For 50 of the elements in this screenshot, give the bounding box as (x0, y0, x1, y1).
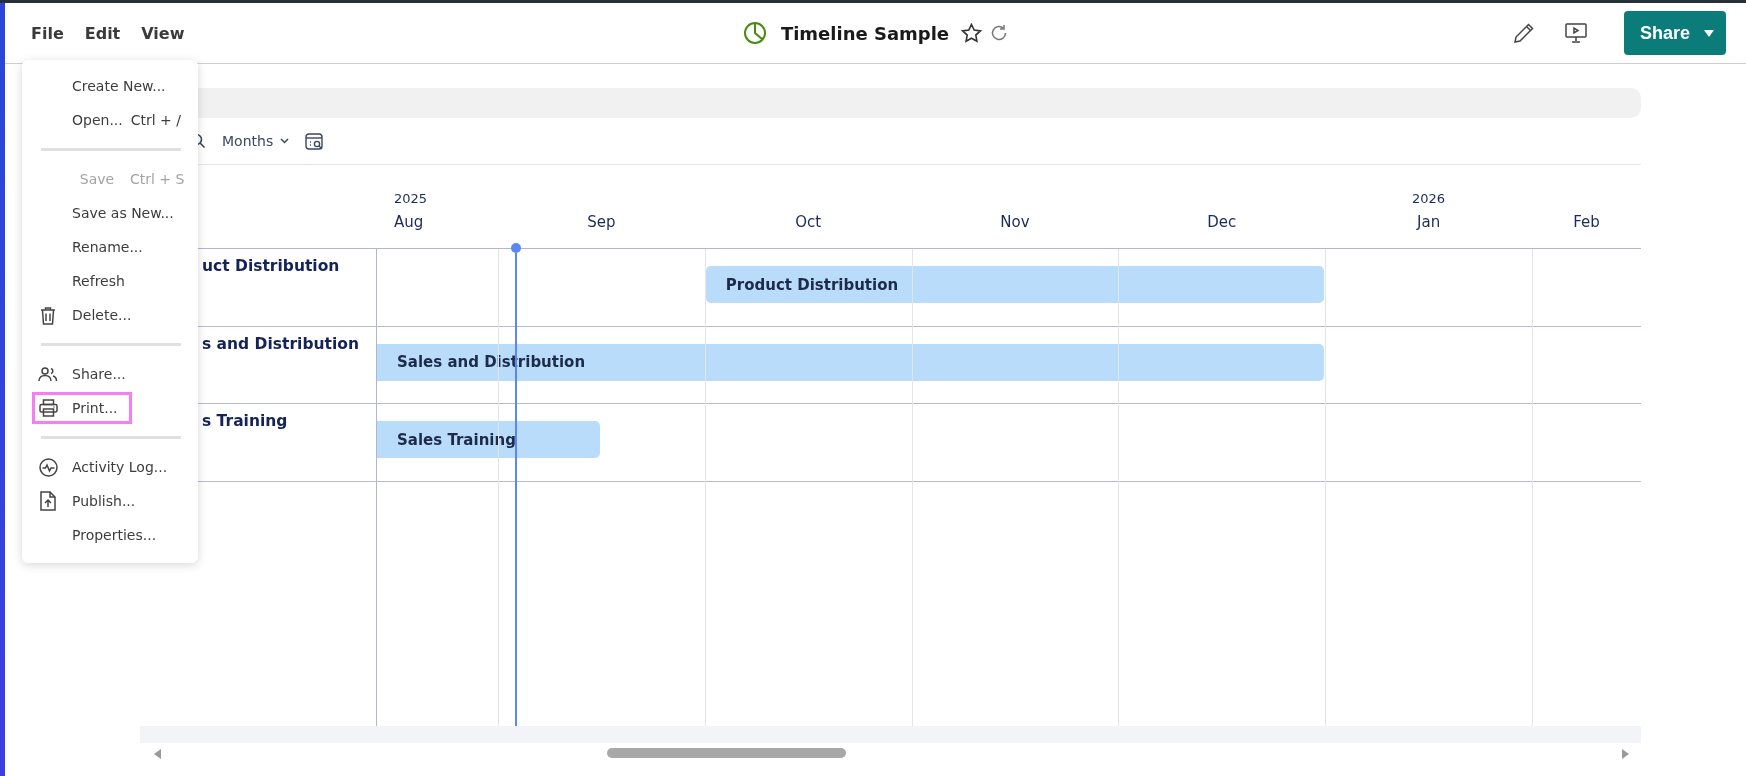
presentation-icon[interactable] (1564, 22, 1587, 44)
people-icon (38, 366, 58, 382)
trash-icon (39, 305, 57, 325)
shortcut-text: Ctrl + S (130, 171, 185, 187)
year-label: 2026 (1412, 191, 1446, 206)
menu-item[interactable]: Share... (32, 358, 140, 390)
caret-icon (1704, 29, 1714, 37)
menu-item[interactable]: View (141, 23, 185, 43)
menu-item[interactable]: Delete... (32, 299, 146, 331)
task-bar[interactable]: Sales and Distribution (377, 343, 1325, 381)
shortcut-text: Ctrl + / (130, 112, 181, 128)
month-label: Aug (394, 213, 424, 231)
menu-item[interactable]: Publish... (32, 485, 150, 517)
menu-item[interactable]: Activity Log... (32, 451, 182, 483)
menu-item[interactable]: Create New... (32, 70, 180, 102)
year-label: 2025 (394, 191, 428, 206)
month-label: Dec (1207, 213, 1237, 231)
chevron-down-icon (280, 138, 290, 144)
menu-item[interactable]: Save as New... (32, 197, 188, 229)
star-icon[interactable] (961, 23, 983, 43)
scrollbar-thumb[interactable] (607, 748, 846, 758)
calendar-search-icon[interactable] (305, 131, 325, 151)
pie-chart-icon (742, 21, 767, 45)
activity-icon (38, 457, 58, 477)
scroll-right-icon[interactable] (1622, 749, 1629, 759)
menu-item[interactable]: Properties... (32, 519, 171, 551)
month-label: Jan (1417, 213, 1441, 231)
share-button[interactable]: Share (1623, 11, 1726, 55)
task-label: s and Distribution (202, 334, 359, 353)
menu-item[interactable]: Refresh (32, 265, 139, 297)
pencil-icon[interactable] (1512, 22, 1535, 44)
document-title: Timeline Sample (780, 22, 950, 44)
month-label: Nov (1000, 213, 1030, 231)
menu-item[interactable]: Print... (32, 392, 132, 424)
file-upload-icon (40, 491, 56, 511)
menu-item[interactable]: Edit (84, 23, 121, 43)
task-bar[interactable]: Sales Training (377, 421, 601, 458)
month-label: Feb (1573, 213, 1600, 231)
menu-item[interactable]: Rename... (32, 231, 157, 263)
zoom-unit-dropdown[interactable]: Months (222, 133, 290, 149)
menu-item[interactable]: Open... Ctrl + / (32, 104, 195, 136)
menu-item[interactable]: File (31, 23, 64, 43)
printer-icon (38, 399, 58, 417)
task-label: s Training (202, 412, 288, 430)
scroll-left-icon[interactable] (154, 749, 161, 759)
task-bar[interactable]: Product Distribution (705, 266, 1325, 303)
refresh-icon[interactable] (990, 24, 1009, 42)
task-label: uct Distribution (202, 257, 340, 275)
month-label: Sep (587, 213, 616, 231)
month-label: Oct (795, 213, 822, 231)
